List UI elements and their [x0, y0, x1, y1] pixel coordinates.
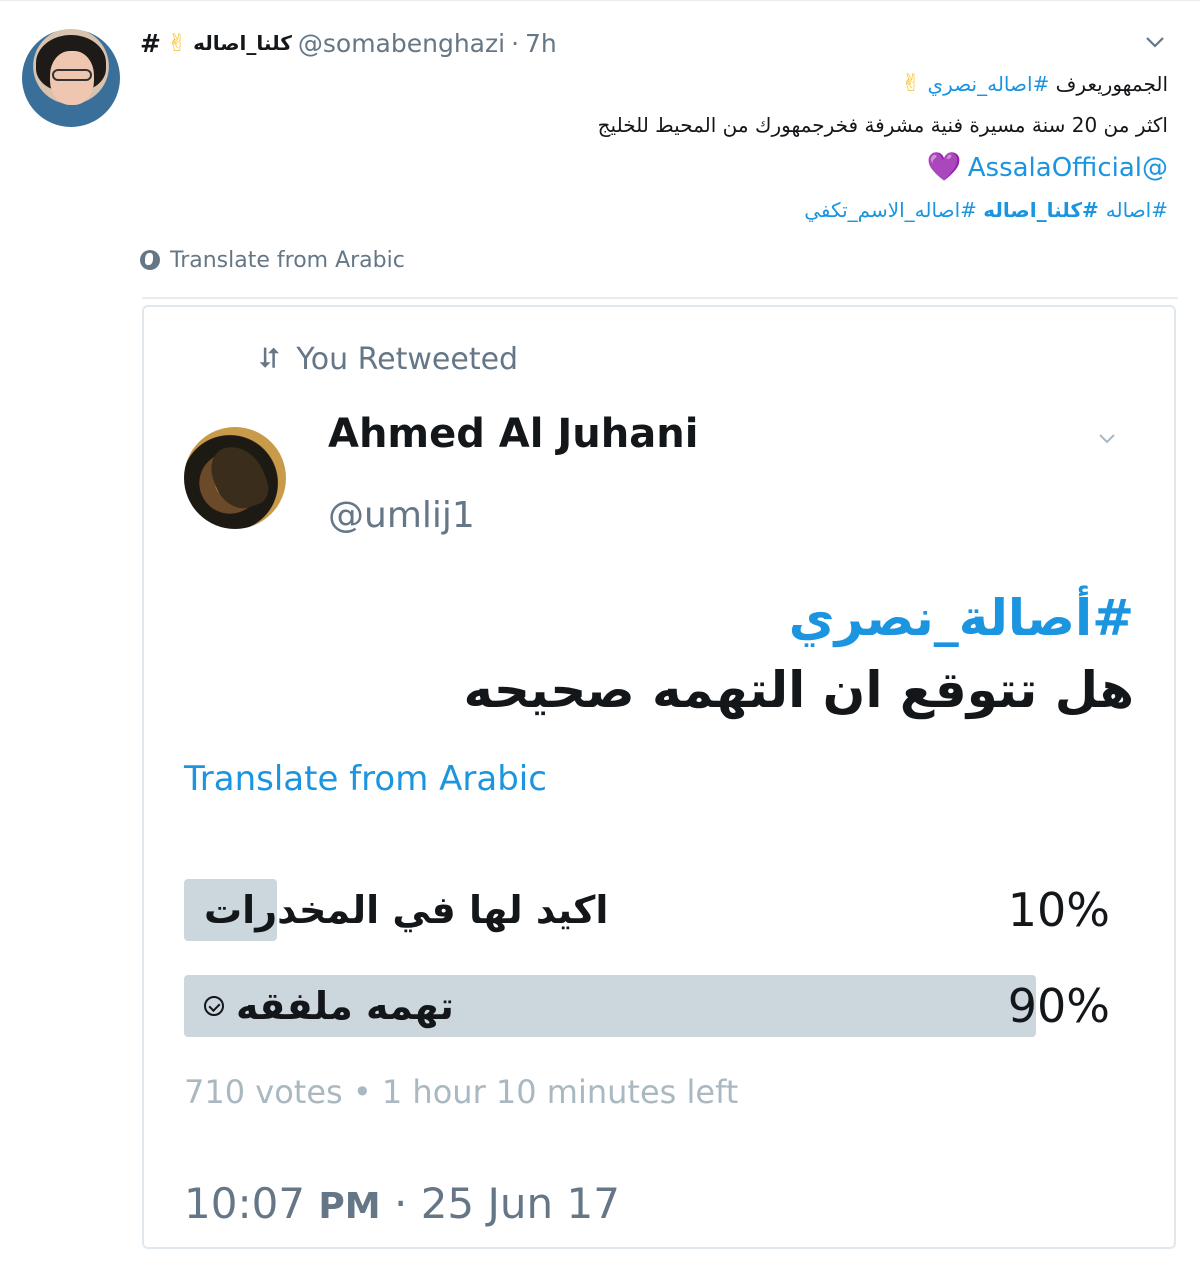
tweet-hashtags: #اصاله #كلنا_اصاله #اصاله_الاسم_تكفي: [468, 190, 1168, 231]
tweet-line-2: اكثر من 20 سنة مسيرة فنية مشرفة فخرجمهور…: [597, 113, 1168, 137]
poll-meta: 710 votes • 1 hour 10 minutes left: [184, 1073, 738, 1111]
purple-heart-icon: 💜: [926, 150, 962, 183]
translate-link[interactable]: Translate from Arabic: [140, 245, 405, 275]
translate-label: Translate from Arabic: [170, 247, 405, 273]
line1-text: الجمهوريعرف: [1049, 72, 1168, 96]
poll-option-text: تهمه ملفقه: [236, 984, 454, 1028]
victory-emoji-icon: ✌: [166, 29, 188, 57]
translate-link[interactable]: Translate from Arabic: [184, 759, 547, 799]
timestamp-separator: ·: [393, 1179, 408, 1228]
timestamp-ampm: PM: [318, 1186, 381, 1227]
tweet: # ✌ كلنا_اصاله @somabenghazi · 7h الجمهو…: [0, 0, 1200, 1262]
retweet-label: You Retweeted: [296, 341, 519, 377]
timestamp-date: 25 Jun 17: [420, 1179, 620, 1228]
poll-percent: 10%: [1007, 883, 1110, 937]
retweet-context: ⮃ You Retweeted: [258, 339, 518, 379]
tweet-header: # ✌ كلنا_اصاله @somabenghazi · 7h: [140, 25, 557, 61]
avatar-glasses: [52, 69, 92, 81]
chevron-down-icon[interactable]: [1144, 31, 1166, 53]
globe-icon: [140, 250, 160, 270]
tweet-line-1: الجمهوريعرف #اصاله_نصري ✌: [468, 63, 1168, 105]
poll-option: تهمه ملفقه 90%: [184, 975, 1110, 1037]
quoted-author-avatar[interactable]: [184, 427, 286, 529]
poll-votes: 710 votes: [184, 1073, 343, 1111]
hashtag-link[interactable]: #كلنا_اصاله: [983, 198, 1106, 222]
retweet-icon: ⮃: [258, 342, 281, 375]
author-avatar[interactable]: [22, 29, 120, 127]
tweet-line-3: @AssalaOfficial 💜: [468, 146, 1168, 190]
poll-option: اكيد لها في المخدرات 10%: [184, 879, 1110, 941]
checkmark-icon: [204, 996, 224, 1016]
divider: [142, 297, 1178, 299]
poll-meta-separator: •: [352, 1073, 372, 1111]
poll-time-left: 1 hour 10 minutes left: [381, 1073, 739, 1111]
poll-option-label: تهمه ملفقه: [204, 975, 454, 1037]
quoted-tweet-card[interactable]: ⮃ You Retweeted Ahmed Al Juhani @umlij1 …: [142, 305, 1176, 1249]
hashtag-link[interactable]: #اصاله_الاسم_تكفي: [804, 198, 983, 222]
quoted-author-name[interactable]: Ahmed Al Juhani: [328, 411, 698, 457]
tweet-body: الجمهوريعرف #اصاله_نصري ✌ اكثر من 20 سنة…: [468, 63, 1168, 231]
tweet-time[interactable]: 7h: [525, 29, 557, 58]
timestamp-time: 10:07: [184, 1179, 306, 1228]
poll-option-label: اكيد لها في المخدرات: [204, 879, 608, 941]
poll-option-text: اكيد لها في المخدرات: [204, 888, 609, 932]
author-hash-mark: #: [140, 28, 161, 58]
author-handle[interactable]: @somabenghazi: [298, 29, 505, 58]
hashtag-link[interactable]: #اصاله_نصري: [928, 72, 1050, 96]
poll-percent: 90%: [1007, 979, 1110, 1033]
tweet-timestamp[interactable]: 10:07 PM · 25 Jun 17: [184, 1179, 620, 1228]
avatar-figure: [204, 438, 274, 516]
victory-emoji-icon: ✌: [901, 69, 922, 97]
hashtag-link[interactable]: #اصاله: [1106, 198, 1168, 222]
poll-hashtag-link[interactable]: #أصالة_نصري: [789, 589, 1134, 647]
mention-link[interactable]: @AssalaOfficial: [968, 153, 1168, 183]
header-separator: ·: [511, 28, 520, 58]
poll-question: هل تتوقع ان التهمه صحيحه: [463, 661, 1134, 719]
author-name[interactable]: كلنا_اصاله: [193, 31, 292, 55]
quoted-author-handle[interactable]: @umlij1: [328, 495, 475, 536]
chevron-down-icon[interactable]: [1096, 427, 1118, 449]
